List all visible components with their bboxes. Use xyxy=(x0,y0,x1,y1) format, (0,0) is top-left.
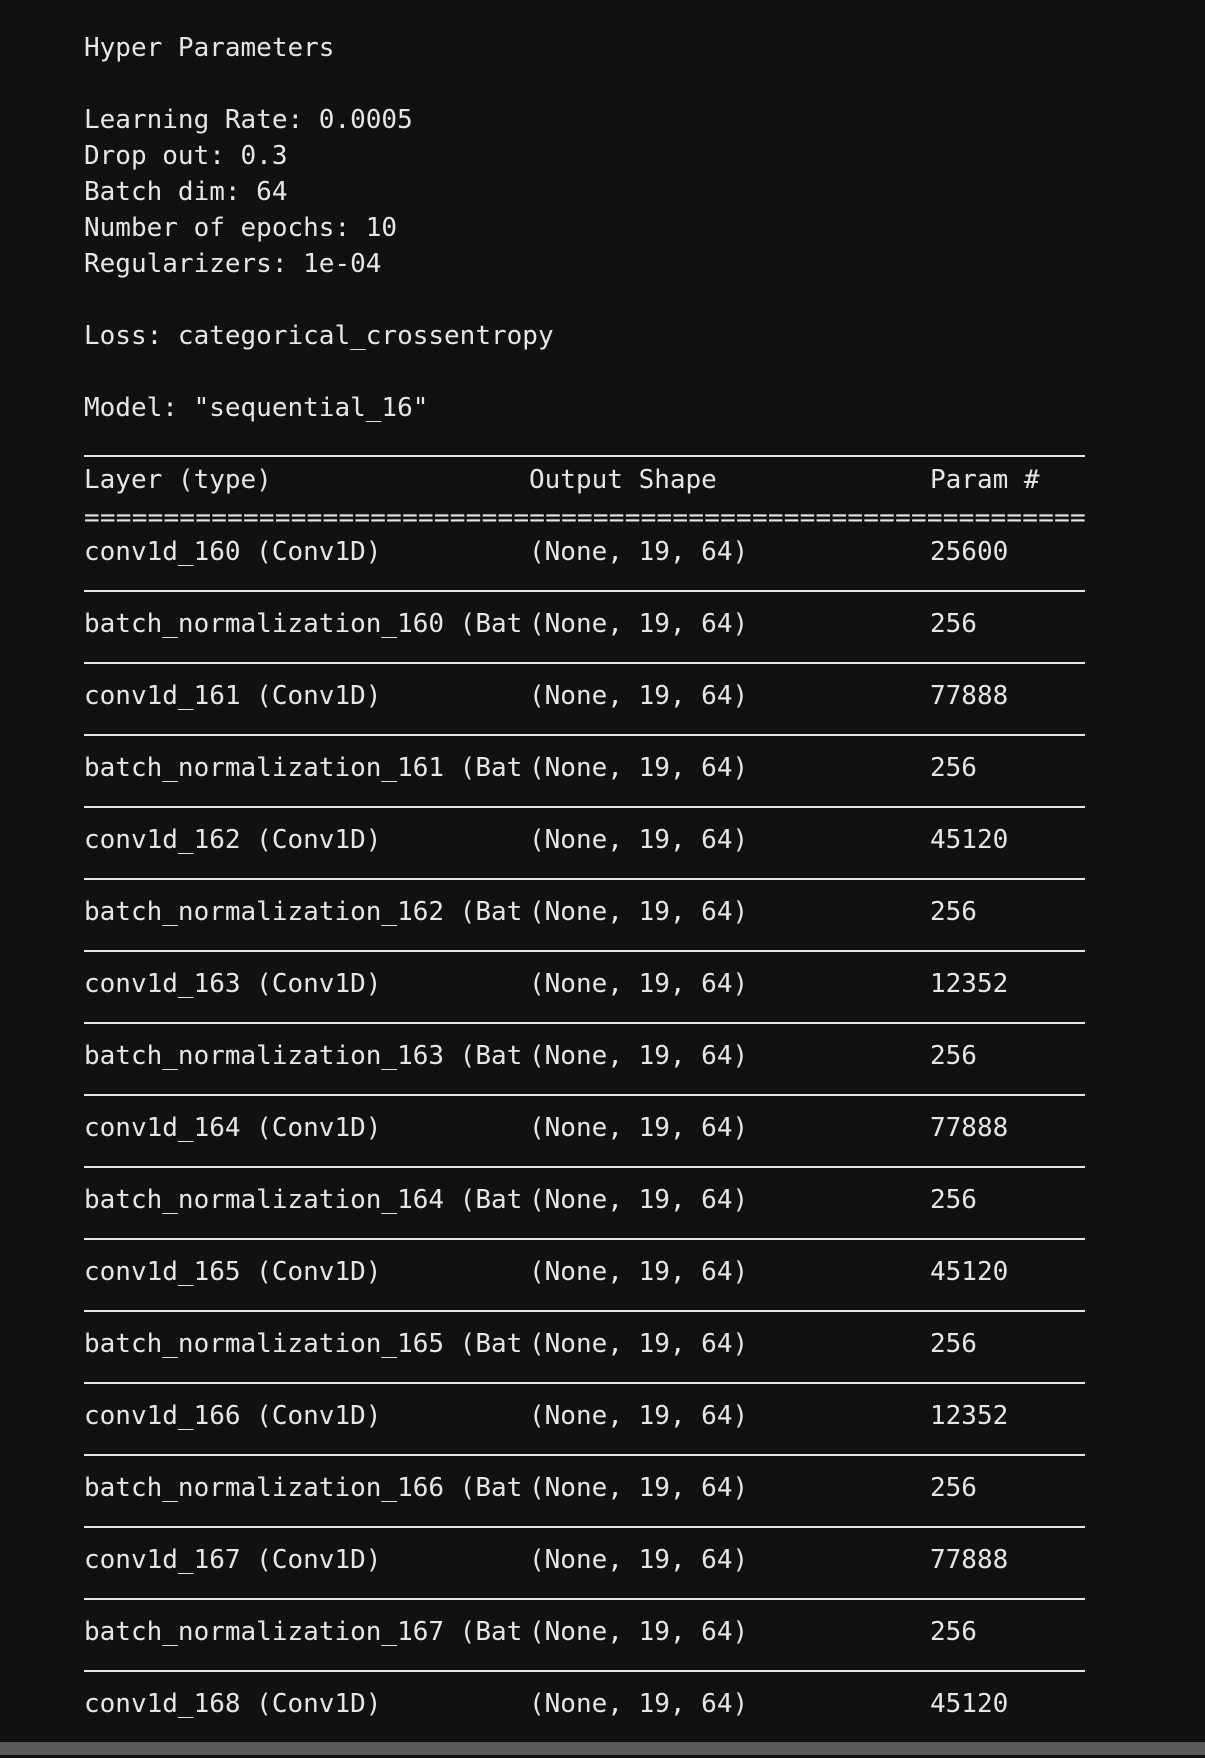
row-divider xyxy=(84,806,1085,808)
table-row: batch_normalization_161 (Bat (None, 19, 6… xyxy=(84,750,1085,822)
epochs-line: Number of epochs: 10 xyxy=(84,213,398,243)
horizontal-scrollbar[interactable] xyxy=(0,1742,1205,1755)
row-divider xyxy=(84,1022,1085,1024)
layer-name-cell: conv1d_166 (Conv1D) xyxy=(84,1401,382,1431)
param-count-cell: 256 xyxy=(930,1473,977,1503)
layer-name-cell: batch_normalization_165 (Bat xyxy=(84,1329,523,1359)
output-shape-cell: (None, 19, 64) xyxy=(529,1185,749,1215)
param-count-cell: 12352 xyxy=(930,969,1009,999)
param-count-cell: 77888 xyxy=(930,681,1009,711)
layer-name-cell: conv1d_167 (Conv1D) xyxy=(84,1545,382,1575)
param-count-cell: 45120 xyxy=(930,1689,1009,1719)
output-shape-cell: (None, 19, 64) xyxy=(529,537,749,567)
param-count-cell: 25600 xyxy=(930,537,1009,567)
param-count-cell: 256 xyxy=(930,1617,977,1647)
layer-name-cell: batch_normalization_163 (Bat xyxy=(84,1041,523,1071)
table-row: conv1d_163 (Conv1D) (None, 19, 64) 12352 xyxy=(84,966,1085,1038)
param-count-cell: 45120 xyxy=(930,1257,1009,1287)
table-row: batch_normalization_163 (Bat (None, 19, 6… xyxy=(84,1038,1085,1110)
row-divider xyxy=(84,1238,1085,1240)
table-row: conv1d_161 (Conv1D) (None, 19, 64) 77888 xyxy=(84,678,1085,750)
row-divider xyxy=(84,1598,1085,1600)
param-count-cell: 45120 xyxy=(930,825,1009,855)
param-count-cell: 256 xyxy=(930,609,977,639)
param-count-cell: 77888 xyxy=(930,1113,1009,1143)
row-divider xyxy=(84,1094,1085,1096)
layer-name-cell: conv1d_163 (Conv1D) xyxy=(84,969,382,999)
learning-rate-line: Learning Rate: 0.0005 xyxy=(84,105,413,135)
param-count-cell: 256 xyxy=(930,1185,977,1215)
column-header-params: Param # xyxy=(930,465,1040,495)
layer-name-cell: conv1d_162 (Conv1D) xyxy=(84,825,382,855)
row-divider xyxy=(84,1166,1085,1168)
output-shape-cell: (None, 19, 64) xyxy=(529,1329,749,1359)
output-shape-cell: (None, 19, 64) xyxy=(529,897,749,927)
model-name-line: Model: "sequential_16" xyxy=(84,393,429,423)
row-divider xyxy=(84,950,1085,952)
layer-name-cell: batch_normalization_164 (Bat xyxy=(84,1185,523,1215)
table-top-rule xyxy=(84,455,1085,457)
batch-dim-line: Batch dim: 64 xyxy=(84,177,288,207)
table-row: batch_normalization_162 (Bat (None, 19, 6… xyxy=(84,894,1085,966)
output-shape-cell: (None, 19, 64) xyxy=(529,1401,749,1431)
output-shape-cell: (None, 19, 64) xyxy=(529,1041,749,1071)
layer-name-cell: conv1d_160 (Conv1D) xyxy=(84,537,382,567)
row-divider xyxy=(84,662,1085,664)
column-header-output-shape: Output Shape xyxy=(529,465,717,495)
layer-name-cell: batch_normalization_161 (Bat xyxy=(84,753,523,783)
output-shape-cell: (None, 19, 64) xyxy=(529,609,749,639)
table-row: batch_normalization_165 (Bat (None, 19, 6… xyxy=(84,1326,1085,1398)
hyperparameters-title: Hyper Parameters xyxy=(84,33,335,63)
layer-name-cell: conv1d_161 (Conv1D) xyxy=(84,681,382,711)
param-count-cell: 256 xyxy=(930,897,977,927)
output-shape-cell: (None, 19, 64) xyxy=(529,969,749,999)
table-row: conv1d_162 (Conv1D) (None, 19, 64) 45120 xyxy=(84,822,1085,894)
layer-name-cell: batch_normalization_167 (Bat xyxy=(84,1617,523,1647)
output-shape-cell: (None, 19, 64) xyxy=(529,1113,749,1143)
output-shape-cell: (None, 19, 64) xyxy=(529,825,749,855)
layer-name-cell: batch_normalization_166 (Bat xyxy=(84,1473,523,1503)
table-row: conv1d_167 (Conv1D) (None, 19, 64) 77888 xyxy=(84,1542,1085,1614)
row-divider xyxy=(84,590,1085,592)
row-divider xyxy=(84,1670,1085,1672)
table-row: conv1d_165 (Conv1D) (None, 19, 64) 45120 xyxy=(84,1254,1085,1326)
param-count-cell: 256 xyxy=(930,1041,977,1071)
dropout-line: Drop out: 0.3 xyxy=(84,141,288,171)
row-divider xyxy=(84,734,1085,736)
param-count-cell: 12352 xyxy=(930,1401,1009,1431)
layer-name-cell: conv1d_168 (Conv1D) xyxy=(84,1689,382,1719)
layer-name-cell: conv1d_164 (Conv1D) xyxy=(84,1113,382,1143)
param-count-cell: 256 xyxy=(930,753,977,783)
row-divider xyxy=(84,1526,1085,1528)
regularizers-line: Regularizers: 1e-04 xyxy=(84,249,382,279)
output-shape-cell: (None, 19, 64) xyxy=(529,1545,749,1575)
row-divider xyxy=(84,1310,1085,1312)
table-row: batch_normalization_164 (Bat (None, 19, 6… xyxy=(84,1182,1085,1254)
layer-name-cell: batch_normalization_162 (Bat xyxy=(84,897,523,927)
table-row: conv1d_160 (Conv1D) (None, 19, 64) 25600 xyxy=(84,534,1085,606)
output-shape-cell: (None, 19, 64) xyxy=(529,1689,749,1719)
table-row: batch_normalization_166 (Bat (None, 19, 6… xyxy=(84,1470,1085,1542)
output-shape-cell: (None, 19, 64) xyxy=(529,1257,749,1287)
output-shape-cell: (None, 19, 64) xyxy=(529,1617,749,1647)
param-count-cell: 256 xyxy=(930,1329,977,1359)
output-shape-cell: (None, 19, 64) xyxy=(529,681,749,711)
layer-name-cell: batch_normalization_160 (Bat xyxy=(84,609,523,639)
loss-line: Loss: categorical_crossentropy xyxy=(84,321,554,351)
output-shape-cell: (None, 19, 64) xyxy=(529,1473,749,1503)
table-header-separator: ========================================… xyxy=(84,503,1085,533)
table-row: batch_normalization_160 (Bat (None, 19, 6… xyxy=(84,606,1085,678)
table-row: conv1d_166 (Conv1D) (None, 19, 64) 12352 xyxy=(84,1398,1085,1470)
notebook-output-cell: { "header": { "title": "Hyper Parameters… xyxy=(0,0,1205,1755)
column-header-layer: Layer (type) xyxy=(84,465,272,495)
row-divider xyxy=(84,1382,1085,1384)
output-shape-cell: (None, 19, 64) xyxy=(529,753,749,783)
param-count-cell: 77888 xyxy=(930,1545,1009,1575)
table-row: conv1d_164 (Conv1D) (None, 19, 64) 77888 xyxy=(84,1110,1085,1182)
table-row: batch_normalization_167 (Bat (None, 19, 6… xyxy=(84,1614,1085,1686)
layer-name-cell: conv1d_165 (Conv1D) xyxy=(84,1257,382,1287)
row-divider xyxy=(84,1454,1085,1456)
row-divider xyxy=(84,878,1085,880)
